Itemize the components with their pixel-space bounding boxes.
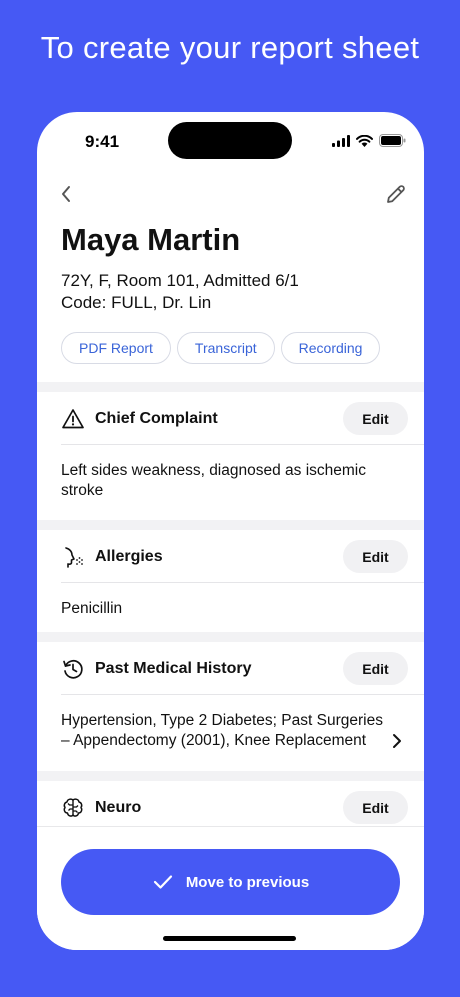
home-indicator [163,936,296,941]
back-chevron-icon[interactable] [55,182,79,206]
primary-button-label: Move to previous [185,873,310,891]
history-edit-button[interactable]: Edit [343,652,408,685]
headline: To create your report sheet [40,30,420,65]
section-divider [37,520,424,530]
divider [61,444,424,445]
section-chief-complaint-header: Chief Complaint Edit [37,394,424,444]
warning-icon [62,409,84,429]
bottom-action-bar: Move to previous [37,826,424,950]
battery-icon [379,134,406,147]
wifi-icon [356,134,373,147]
brain-icon [63,798,83,817]
signal-icon [332,134,350,147]
dynamic-island [168,122,292,159]
section-title: Allergies [95,548,163,565]
allergies-text: Penicillin [61,600,123,617]
section-allergies-header: Allergies Edit [37,532,424,582]
status-bar: 9:41 [37,112,424,172]
patient-meta: 72Y, F, Room 101, Admitted 6/1 Code: FUL… [61,270,299,314]
chip-row: PDF Report Transcript Recording [61,332,381,364]
pdf-report-chip[interactable]: PDF Report [61,332,171,364]
pencil-icon[interactable] [384,182,408,206]
section-divider [37,771,424,781]
neuro-edit-button[interactable]: Edit [343,791,408,824]
divider [61,694,424,695]
allergies-edit-button[interactable]: Edit [343,540,408,573]
status-icons [332,134,406,147]
chief-complaint-text: Left sides weakness, diagnosed as ischem… [61,462,366,499]
checkmark-icon [153,875,172,889]
section-divider [37,632,424,642]
section-title: Chief Complaint [95,410,218,427]
transcript-chip[interactable]: Transcript [176,332,275,364]
section-title: Neuro [95,799,142,816]
allergy-icon [65,547,83,568]
divider [61,582,424,583]
recording-chip[interactable]: Recording [280,332,381,364]
section-title: Past Medical History [95,660,252,677]
section-history-header: Past Medical History Edit [37,644,424,694]
nav-bar [37,176,424,212]
patient-name: Maya Martin [61,222,241,257]
status-time: 9:41 [85,132,120,151]
chief-complaint-edit-button[interactable]: Edit [343,402,408,435]
phone-screen: 9:41 Maya Martin 72Y, F, Room 101, Admit… [37,112,424,950]
section-divider [37,382,424,392]
chevron-right-icon[interactable] [388,732,406,750]
move-to-previous-button[interactable]: Move to previous [61,849,400,915]
patient-meta-line1: 72Y, F, Room 101, Admitted 6/1 [61,271,299,290]
history-text: Hypertension, Type 2 Diabetes; Past Surg… [61,712,383,749]
history-icon [63,659,83,679]
patient-meta-line2: Code: FULL, Dr. Lin [61,293,212,312]
